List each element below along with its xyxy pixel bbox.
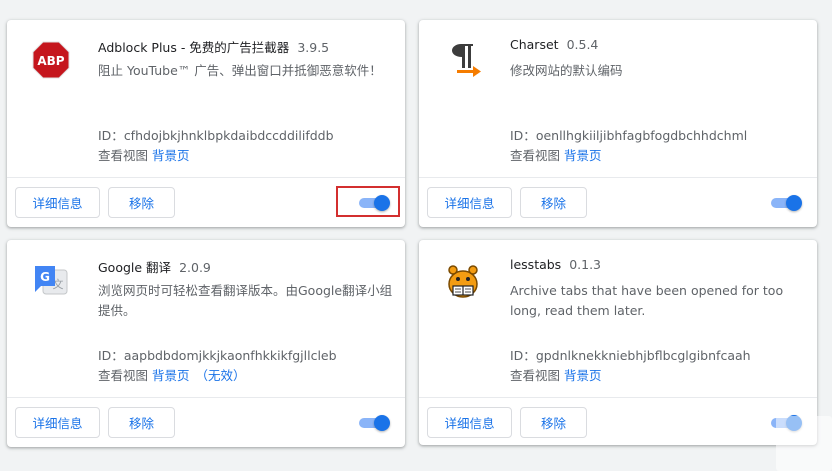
extension-name: Adblock Plus - 免费的广告拦截器 <box>98 40 290 55</box>
extension-title: Adblock Plus - 免费的广告拦截器 3.9.5 <box>98 37 329 56</box>
remove-button[interactable]: 移除 <box>108 187 175 218</box>
extension-description: 阻止 YouTube™ 广告、弹出窗口并抵御恶意软件！ <box>98 63 382 78</box>
inspect-views: 查看视图 背景页 <box>510 145 602 164</box>
extension-title: Charset 0.5.4 <box>510 37 598 52</box>
inspect-views-label: 查看视图 <box>98 368 149 383</box>
toggle-knob <box>374 415 390 431</box>
extension-version: 3.9.5 <box>297 40 330 55</box>
inspect-views: 查看视图 背景页 （无效） <box>98 365 246 384</box>
extension-version: 0.5.4 <box>566 37 599 52</box>
extension-card-lesstabs: lesstabs 0.1.3 Archive tabs that have bee… <box>419 240 817 445</box>
remove-button[interactable]: 移除 <box>108 407 175 438</box>
toggle-knob <box>786 195 802 211</box>
remove-button[interactable]: 移除 <box>520 187 587 218</box>
details-button[interactable]: 详细信息 <box>15 187 100 218</box>
extension-id: ID：aapbdbdomjkkjkaonfhkkikfgjllcleb <box>98 348 337 363</box>
enable-toggle[interactable] <box>771 195 803 211</box>
extension-version: 2.0.9 <box>179 260 211 275</box>
highlight-box <box>336 186 400 217</box>
extension-id: ID：gpdnlknekkniebhjbflbcglgibnfcaah <box>510 348 751 363</box>
extension-description: Archive tabs that have been opened for t… <box>510 283 784 318</box>
inspect-views-label: 查看视图 <box>510 368 561 383</box>
inspect-views-label: 查看视图 <box>510 148 561 163</box>
extension-card-charset: Charset 0.5.4 修改网站的默认编码 ID：oenllhgkiiljib… <box>419 20 817 227</box>
details-button[interactable]: 详细信息 <box>427 187 512 218</box>
extension-name: Charset <box>510 37 559 52</box>
card-divider <box>419 177 817 178</box>
background-page-link[interactable]: 背景页 <box>564 368 602 383</box>
inspect-views: 查看视图 背景页 <box>98 145 190 164</box>
extension-version: 0.1.3 <box>569 257 602 272</box>
svg-text:G: G <box>40 270 50 284</box>
inspect-views: 查看视图 背景页 <box>510 365 602 384</box>
card-divider <box>7 397 405 398</box>
extension-card-google-translate: 文 G Google 翻译 2.0.9 浏览网页时可轻松查看翻译版本。由Googl… <box>7 240 405 447</box>
inactive-label: （无效） <box>195 368 246 383</box>
extension-description: 浏览网页时可轻松查看翻译版本。由Google翻译小组提供。 <box>98 283 393 318</box>
inspect-views-label: 查看视图 <box>98 148 149 163</box>
extension-title: lesstabs 0.1.3 <box>510 257 601 272</box>
pilcrow-icon <box>443 40 483 80</box>
details-button[interactable]: 详细信息 <box>15 407 100 438</box>
extension-id: ID：cfhdojbkjhnklbpkdaibdccddilifddb <box>98 128 334 143</box>
abp-icon: ABP <box>31 40 71 80</box>
remove-button[interactable]: 移除 <box>520 407 587 438</box>
extension-description: 修改网站的默认编码 <box>510 63 623 78</box>
svg-text:ABP: ABP <box>37 54 64 68</box>
extension-id: ID：oenllhgkiiljibhfagbfogdbchhdchml <box>510 128 748 143</box>
background-page-link[interactable]: 背景页 <box>152 148 190 163</box>
background-page-link[interactable]: 背景页 <box>564 148 602 163</box>
corner-overlay <box>776 416 832 471</box>
extension-name: Google 翻译 <box>98 260 172 275</box>
background-page-link[interactable]: 背景页 <box>152 368 190 383</box>
details-button[interactable]: 详细信息 <box>427 407 512 438</box>
beaver-icon <box>443 260 483 300</box>
extension-title: Google 翻译 2.0.9 <box>98 257 211 276</box>
google-translate-icon: 文 G <box>31 260 71 300</box>
enable-toggle[interactable] <box>359 415 391 431</box>
card-divider <box>419 397 817 398</box>
extension-name: lesstabs <box>510 257 562 272</box>
card-divider <box>7 177 405 178</box>
